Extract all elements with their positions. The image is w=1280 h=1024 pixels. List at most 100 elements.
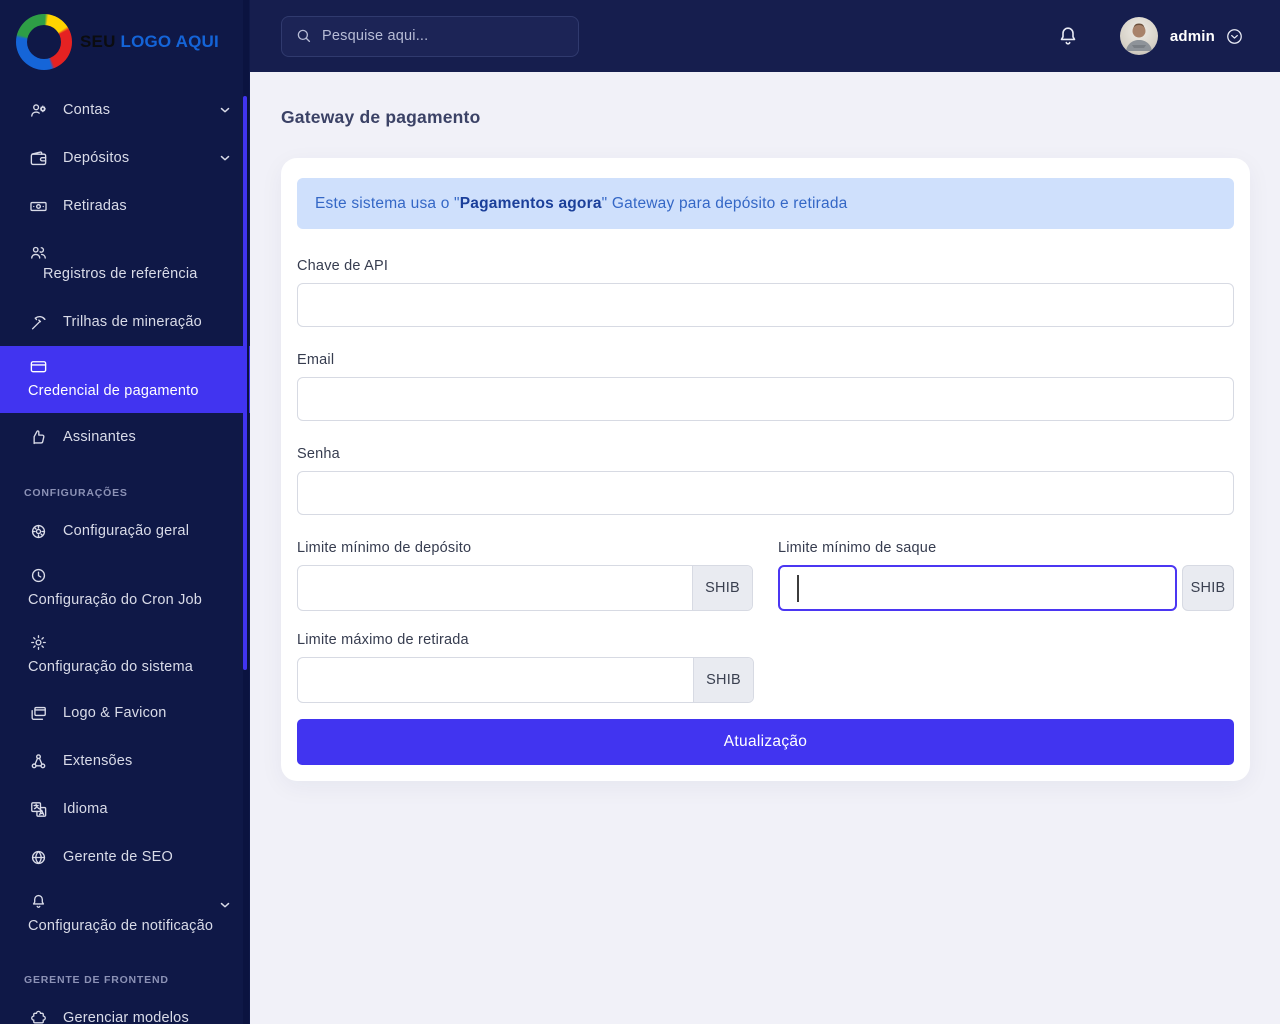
- sidebar-item-label: Retiradas: [63, 198, 127, 214]
- user-name[interactable]: admin: [1170, 28, 1215, 45]
- thumbs-up-icon: [28, 427, 48, 447]
- currency-addon: SHIB: [692, 566, 752, 610]
- sidebar-item-label: Contas: [63, 102, 111, 118]
- sidebar-item-label: Idioma: [63, 801, 108, 817]
- sidebar-item-configuracao-geral[interactable]: Configuração geral: [0, 507, 250, 555]
- avatar[interactable]: [1119, 17, 1158, 55]
- sidebar-item-retiradas[interactable]: Retiradas: [0, 182, 250, 230]
- sidebar-item-label: Registros de referência: [43, 266, 198, 282]
- sidebar-item-registros-de-referencia[interactable]: Registros de referência: [0, 230, 250, 298]
- password-input[interactable]: [297, 471, 1234, 515]
- sidebar-item-label: Configuração de notificação: [28, 918, 214, 934]
- clock-icon: [28, 565, 48, 585]
- bell-icon: [28, 891, 48, 911]
- user-menu-chevron-icon[interactable]: [1225, 27, 1244, 46]
- sidebar-item-gerenciar-modelos[interactable]: Gerenciar modelos: [0, 994, 250, 1024]
- search-icon: [295, 27, 313, 45]
- email-field-block: Email: [297, 352, 1234, 421]
- sidebar-item-label: Credencial de pagamento: [28, 383, 199, 399]
- sidebar-item-label: Depósitos: [63, 150, 130, 166]
- topbar-right: admin: [1056, 17, 1280, 55]
- pickaxe-icon: [28, 312, 48, 332]
- sidebar: SEU LOGO AQUI Contas Depósitos Retiradas: [0, 0, 250, 1024]
- sidebar-item-extensoes[interactable]: Extensões: [0, 737, 250, 785]
- sidebar-section-gerente-de-frontend: GERENTE DE FRONTEND: [24, 974, 169, 986]
- notifications-bell-icon[interactable]: [1056, 24, 1080, 48]
- sidebar-item-credencial-de-pagamento[interactable]: Credencial de pagamento: [0, 346, 250, 413]
- info-banner-text: Este sistema usa o "Pagamentos agora" Ga…: [315, 194, 848, 212]
- max-withdraw-group: SHIB: [297, 657, 754, 703]
- max-withdraw-field-block: Limite máximo de retirada SHIB: [297, 632, 1234, 703]
- info-banner: Este sistema usa o "Pagamentos agora" Ga…: [297, 178, 1234, 229]
- min-withdraw-field-block: Limite mínimo de saque SHIB: [778, 540, 1234, 611]
- chevron-down-icon: [218, 896, 232, 910]
- sidebar-item-gerente-de-seo[interactable]: Gerente de SEO: [0, 833, 250, 881]
- update-button[interactable]: Atualização: [297, 719, 1234, 765]
- sidebar-item-label: Configuração do Cron Job: [28, 592, 203, 608]
- sidebar-item-label: Configuração do sistema: [28, 659, 193, 675]
- currency-addon: SHIB: [693, 658, 753, 702]
- sidebar-item-label: Configuração geral: [63, 523, 190, 539]
- sidebar-item-label: Gerenciar modelos: [63, 1010, 189, 1024]
- banknote-icon: [28, 196, 48, 216]
- api-key-label: Chave de API: [297, 258, 389, 274]
- globe-icon: [28, 847, 48, 867]
- main-content: Gateway de pagamento Este sistema usa o …: [250, 72, 1280, 1024]
- password-label: Senha: [297, 446, 340, 462]
- sidebar-item-configuracao-do-sistema[interactable]: Configuração do sistema: [0, 622, 250, 689]
- min-withdraw-group: SHIB: [778, 565, 1234, 611]
- brand-logo-icon: [16, 14, 72, 70]
- sidebar-item-idioma[interactable]: Idioma: [0, 785, 250, 833]
- chevron-down-icon: [218, 101, 232, 115]
- sidebar-scrollbar-track[interactable]: [243, 0, 249, 1024]
- limits-row: Limite mínimo de depósito SHIB Limite mí…: [297, 540, 1234, 611]
- chevron-down-icon: [218, 149, 232, 163]
- sidebar-item-label: Logo & Favicon: [63, 705, 167, 721]
- currency-addon: SHIB: [1182, 565, 1234, 611]
- min-deposit-group: SHIB: [297, 565, 753, 611]
- api-key-field-block: Chave de API: [297, 258, 1234, 327]
- sidebar-item-assinantes[interactable]: Assinantes: [0, 413, 250, 461]
- min-withdraw-input[interactable]: [778, 565, 1177, 611]
- api-key-input[interactable]: [297, 283, 1234, 327]
- min-withdraw-label: Limite mínimo de saque: [778, 540, 937, 556]
- sidebar-scrollbar-thumb[interactable]: [243, 96, 247, 670]
- brand-logo-text: SEU LOGO AQUI: [80, 32, 219, 51]
- sidebar-item-configuracao-de-notificacao[interactable]: Configuração de notificação: [0, 881, 250, 948]
- sidebar-item-trilhas-de-mineracao[interactable]: Trilhas de mineração: [0, 298, 250, 346]
- min-deposit-field-block: Limite mínimo de depósito SHIB: [297, 540, 753, 611]
- password-field-block: Senha: [297, 446, 1234, 515]
- sidebar-nav: Contas Depósitos Retiradas Registros de …: [0, 84, 250, 1024]
- language-icon: [28, 799, 48, 819]
- people-icon: [28, 242, 48, 262]
- sidebar-item-label: Extensões: [63, 753, 133, 769]
- search-input[interactable]: [281, 15, 579, 57]
- wallet-icon: [28, 148, 48, 168]
- template-icon: [28, 1008, 48, 1024]
- search-box: [281, 15, 579, 57]
- min-withdraw-input-wrap: [778, 565, 1177, 611]
- sidebar-item-configuracao-do-cron-job[interactable]: Configuração do Cron Job: [0, 555, 250, 622]
- min-deposit-label: Limite mínimo de depósito: [297, 540, 472, 556]
- topbar: admin: [250, 0, 1280, 72]
- sidebar-item-logo-favicon[interactable]: Logo & Favicon: [0, 689, 250, 737]
- sidebar-item-contas[interactable]: Contas: [0, 86, 250, 134]
- email-input[interactable]: [297, 377, 1234, 421]
- brand-logo[interactable]: SEU LOGO AQUI: [0, 0, 250, 84]
- sidebar-item-label: Assinantes: [63, 429, 136, 445]
- page-title: Gateway de pagamento: [281, 107, 481, 127]
- max-withdraw-label: Limite máximo de retirada: [297, 632, 469, 648]
- gateway-card: Este sistema usa o "Pagamentos agora" Ga…: [281, 158, 1250, 781]
- info-banner-highlight: Pagamentos agora: [459, 194, 602, 212]
- max-withdraw-input[interactable]: [298, 658, 693, 702]
- min-deposit-input[interactable]: [298, 566, 692, 610]
- email-label: Email: [297, 352, 335, 368]
- credit-card-icon: [28, 356, 48, 376]
- sidebar-section-configuracoes: CONFIGURAÇÕES: [24, 487, 128, 499]
- nodes-icon: [28, 751, 48, 771]
- text-cursor: [797, 575, 799, 602]
- users-gear-icon: [28, 100, 48, 120]
- sidebar-item-label: Gerente de SEO: [63, 849, 173, 865]
- sidebar-item-label: Trilhas de mineração: [63, 314, 202, 330]
- sidebar-item-depositos[interactable]: Depósitos: [0, 134, 250, 182]
